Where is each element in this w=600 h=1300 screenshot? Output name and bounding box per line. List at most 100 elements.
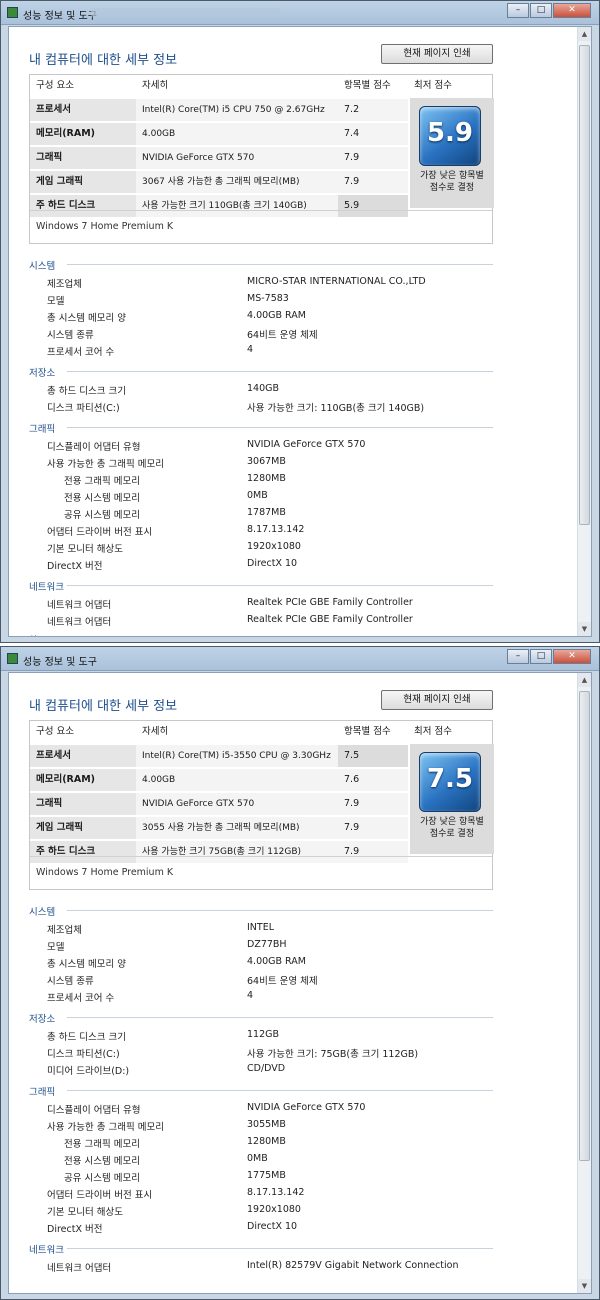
info-label: 공유 시스템 메모리 bbox=[64, 510, 140, 521]
base-score-caption-line-1: 가장 낮은 항목별 bbox=[420, 171, 484, 181]
info-value: 3067MB bbox=[247, 456, 286, 467]
base-score-caption-line-2: 점수로 결정 bbox=[429, 829, 475, 839]
info-label: 제조업체 bbox=[47, 925, 82, 936]
maximize-button[interactable]: □ bbox=[530, 3, 552, 18]
base-score: 5.9 bbox=[426, 118, 474, 148]
info-label: 전용 시스템 메모리 bbox=[64, 493, 140, 504]
divider bbox=[67, 427, 493, 428]
info-value: 1920x1080 bbox=[247, 541, 301, 552]
component-detail: NVIDIA GeForce GTX 570 bbox=[136, 147, 338, 169]
section-heading: 시스템 bbox=[29, 261, 56, 272]
section-system: 시스템 bbox=[29, 258, 493, 272]
header-base-score: 최저 점수 bbox=[414, 726, 452, 737]
divider bbox=[67, 585, 493, 586]
score-table: 구성 요소 자세히 항목별 점수 최저 점수 프로세서 Intel(R) Cor… bbox=[29, 74, 494, 244]
header-component: 구성 요소 bbox=[36, 80, 74, 91]
info-label: 모델 bbox=[47, 296, 65, 307]
close-button[interactable]: ✕ bbox=[553, 3, 591, 18]
component-name: 프로세서 bbox=[30, 745, 136, 767]
info-label: 시스템 종류 bbox=[47, 330, 94, 341]
section-graphics: 그래픽 bbox=[29, 421, 493, 435]
scroll-down-icon[interactable]: ▼ bbox=[578, 622, 591, 636]
component-name: 메모리(RAM) bbox=[30, 769, 136, 791]
section-system: 시스템 bbox=[29, 904, 493, 918]
component-detail: 3055 사용 가능한 총 그래픽 메모리(MB) bbox=[136, 817, 338, 839]
section-heading: 저장소 bbox=[29, 368, 56, 379]
base-score-panel: 5.9 가장 낮은 항목별 점수로 결정 bbox=[410, 98, 494, 208]
section-storage: 저장소 bbox=[29, 1011, 493, 1025]
info-label: 네트워크 어댑터 bbox=[47, 600, 112, 611]
base-score-caption-line-1: 가장 낮은 항목별 bbox=[420, 817, 484, 827]
info-label: 공유 시스템 메모리 bbox=[64, 1173, 140, 1184]
score-row-gaming-graphics: 게임 그래픽 3067 사용 가능한 총 그래픽 메모리(MB) 7.9 bbox=[30, 170, 420, 194]
base-score-caption: 가장 낮은 항목별 점수로 결정 bbox=[410, 816, 494, 840]
subscore: 7.2 bbox=[338, 99, 408, 121]
divider bbox=[67, 264, 493, 265]
scroll-up-icon[interactable]: ▲ bbox=[578, 673, 591, 687]
info-value: 8.17.13.142 bbox=[247, 1187, 305, 1198]
info-value: 4.00GB RAM bbox=[247, 956, 306, 967]
print-page-button[interactable]: 현재 페이지 인쇄 bbox=[381, 690, 493, 710]
page-title: 내 컴퓨터에 대한 세부 정보 bbox=[29, 699, 178, 714]
title-bar[interactable]: 성능 정보 및 도구 – □ ✕ bbox=[1, 647, 599, 671]
score-row-processor: 프로세서 Intel(R) Core(TM) i5-3550 CPU @ 3.3… bbox=[30, 744, 420, 768]
info-label: DirectX 버전 bbox=[47, 561, 103, 572]
component-detail: NVIDIA GeForce GTX 570 bbox=[136, 793, 338, 815]
info-value: MICRO-STAR INTERNATIONAL CO.,LTD bbox=[247, 276, 426, 287]
window-title: 성능 정보 및 도구 bbox=[23, 657, 97, 668]
info-label: 디스크 파티션(C:) bbox=[47, 403, 120, 414]
maximize-button[interactable]: □ bbox=[530, 649, 552, 664]
info-label: 총 시스템 메모리 양 bbox=[47, 959, 126, 970]
info-value: 사용 가능한 크기: 110GB(총 크기 140GB) bbox=[247, 403, 425, 414]
print-page-button[interactable]: 현재 페이지 인쇄 bbox=[381, 44, 493, 64]
divider bbox=[67, 910, 493, 911]
info-value: 4 bbox=[247, 990, 254, 1001]
subscore: 7.9 bbox=[338, 171, 408, 193]
minimize-button[interactable]: – bbox=[507, 3, 529, 18]
info-label: 전용 시스템 메모리 bbox=[64, 1156, 140, 1167]
info-label: 시스템 종류 bbox=[47, 976, 94, 987]
content-pane: 내 컴퓨터에 대한 세부 정보 현재 페이지 인쇄 구성 요소 자세히 항목별 … bbox=[8, 26, 592, 637]
info-value: 1920x1080 bbox=[247, 1204, 301, 1215]
info-label: 프로세서 코어 수 bbox=[47, 347, 115, 358]
info-value: 1280MB bbox=[247, 473, 286, 484]
component-detail: 4.00GB bbox=[136, 123, 338, 145]
close-button[interactable]: ✕ bbox=[553, 649, 591, 664]
info-value: 4.00GB RAM bbox=[247, 310, 306, 321]
info-value: 0MB bbox=[247, 490, 268, 501]
info-label: 디스크 파티션(C:) bbox=[47, 1049, 120, 1060]
app-icon bbox=[7, 653, 18, 664]
scroll-up-icon[interactable]: ▲ bbox=[578, 27, 591, 41]
info-label: 제조업체 bbox=[47, 279, 82, 290]
section-network: 네트워크 bbox=[29, 1242, 493, 1256]
score-row-gaming-graphics: 게임 그래픽 3055 사용 가능한 총 그래픽 메모리(MB) 7.9 bbox=[30, 816, 420, 840]
scroll-thumb[interactable] bbox=[579, 691, 590, 1161]
vertical-scrollbar[interactable]: ▲ ▼ bbox=[577, 27, 591, 636]
info-value: NVIDIA GeForce GTX 570 bbox=[247, 439, 366, 450]
score-row-memory: 메모리(RAM) 4.00GB 7.6 bbox=[30, 768, 420, 792]
score-table: 구성 요소 자세히 항목별 점수 최저 점수 프로세서 Intel(R) Cor… bbox=[29, 720, 494, 890]
content-pane: 내 컴퓨터에 대한 세부 정보 현재 페이지 인쇄 구성 요소 자세히 항목별 … bbox=[8, 672, 592, 1294]
info-label: 총 하드 디스크 크기 bbox=[47, 1032, 126, 1043]
info-label: 전용 그래픽 메모리 bbox=[64, 476, 140, 487]
app-icon bbox=[7, 7, 18, 18]
title-bar[interactable]: 성능 정보 및 도구 – □ ✕ bbox=[1, 1, 599, 25]
info-label: 총 하드 디스크 크기 bbox=[47, 386, 126, 397]
info-value: MS-7583 bbox=[247, 293, 289, 304]
info-value: 1280MB bbox=[247, 1136, 286, 1147]
windows-edition: Windows 7 Home Premium K bbox=[30, 856, 492, 890]
base-score: 7.5 bbox=[426, 764, 474, 794]
base-score-badge-icon: 7.5 bbox=[419, 752, 481, 812]
component-detail: Intel(R) Core(TM) i5-3550 CPU @ 3.30GHz bbox=[136, 745, 338, 767]
minimize-button[interactable]: – bbox=[507, 649, 529, 664]
info-value: DZ77BH bbox=[247, 939, 287, 950]
scroll-thumb[interactable] bbox=[579, 45, 590, 525]
scroll-down-icon[interactable]: ▼ bbox=[578, 1279, 591, 1293]
windows-edition: Windows 7 Home Premium K bbox=[30, 210, 492, 244]
component-name: 그래픽 bbox=[30, 147, 136, 169]
info-value: 0MB bbox=[247, 1153, 268, 1164]
base-score-caption: 가장 낮은 항목별 점수로 결정 bbox=[410, 170, 494, 194]
performance-window-1: 성능 정보 및 도구 – □ ✕ 내 컴퓨터에 대한 세부 정보 현재 페이지 … bbox=[0, 0, 600, 643]
info-value: CD/DVD bbox=[247, 1063, 286, 1074]
vertical-scrollbar[interactable]: ▲ ▼ bbox=[577, 673, 591, 1293]
